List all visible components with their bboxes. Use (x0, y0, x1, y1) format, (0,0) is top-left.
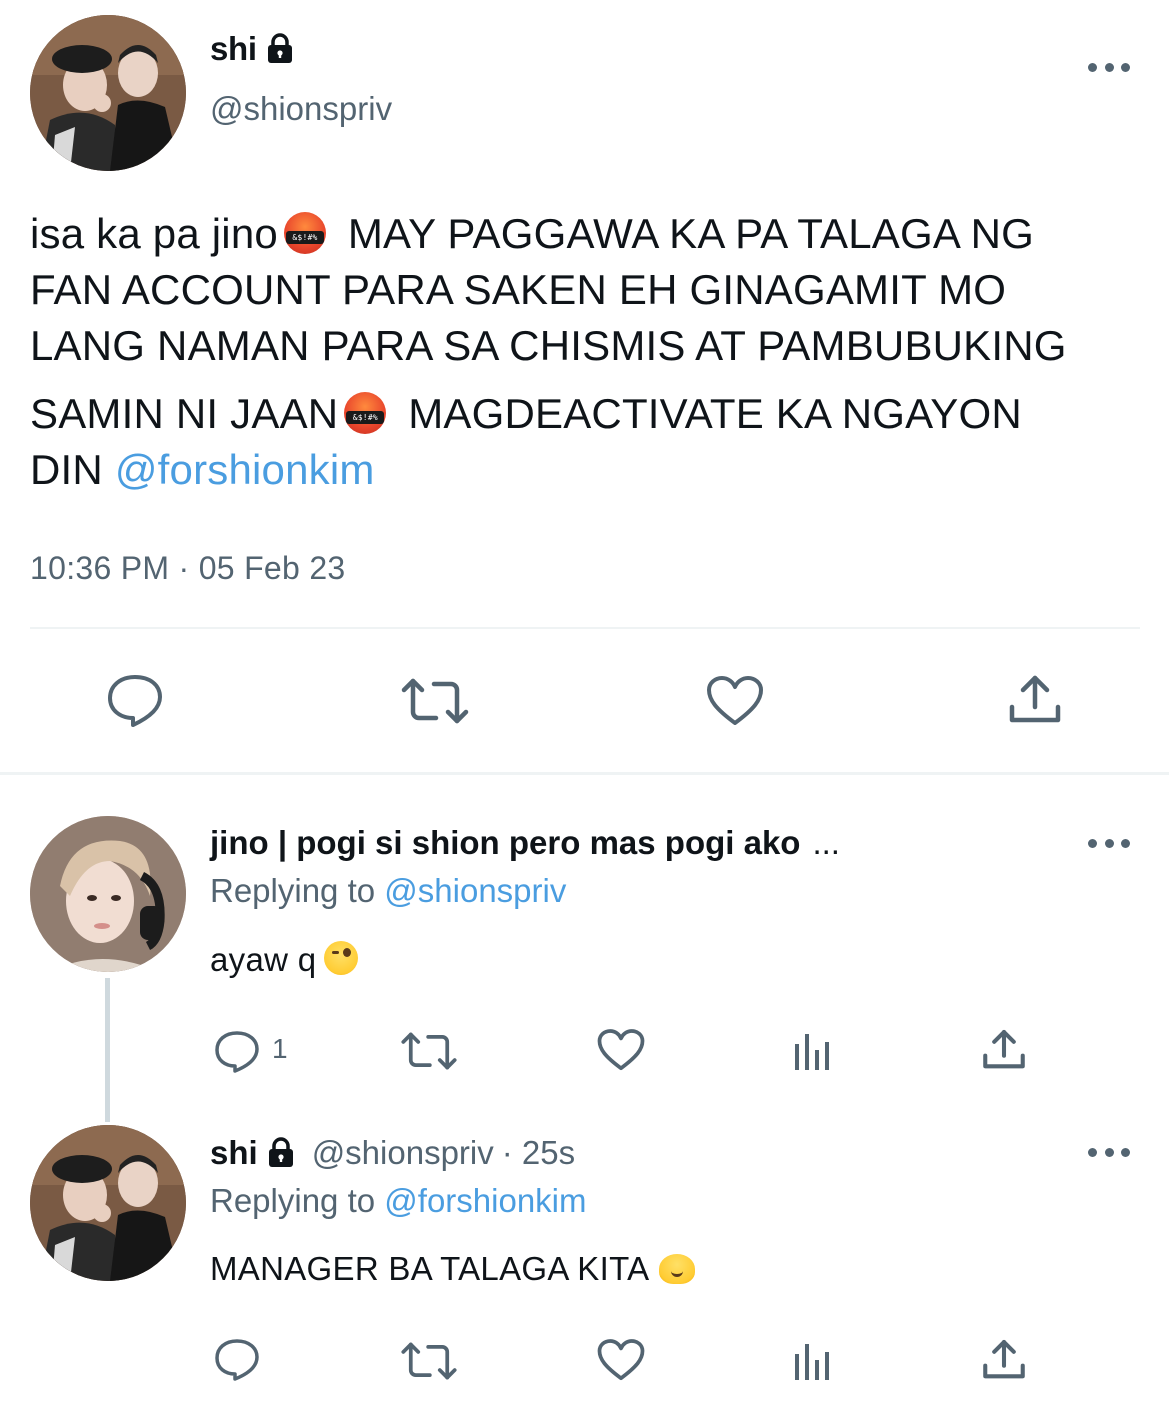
tweet-line: FAN ACCOUNT PARA SAKEN EH GINAGAMIT MO (30, 266, 1007, 313)
analytics-icon[interactable] (792, 1030, 832, 1072)
avatar[interactable] (30, 1125, 186, 1281)
lock-icon (266, 1137, 296, 1169)
tweet-line: isa ka pa jino MAY PAGGAWA KA PA TALAGA … (30, 206, 1150, 262)
handle[interactable]: @shionspriv (210, 90, 392, 128)
reply-text: MANAGER BA TALAGA KITA (210, 1250, 696, 1288)
more-options-icon[interactable] (1088, 60, 1130, 74)
reply-icon[interactable] (106, 673, 164, 727)
winking-face-with-tongue-icon (324, 941, 359, 975)
retweet-icon[interactable] (400, 1030, 458, 1072)
share-icon[interactable] (982, 1338, 1026, 1382)
like-icon[interactable] (597, 1338, 645, 1382)
relative-time: · 25s (501, 1134, 576, 1171)
display-name[interactable]: shi @shionspriv · 25s (210, 1134, 575, 1172)
more-options-icon[interactable] (1088, 1145, 1130, 1159)
tweet-text: isa ka pa jino MAY PAGGAWA KA PA TALAGA … (30, 206, 1150, 498)
tweet-timestamp[interactable]: 10:36 PM · 05 Feb 23 (30, 550, 346, 587)
mention-link[interactable]: @shionspriv (384, 872, 566, 909)
angry-face-with-symbols-icon (283, 212, 326, 254)
replying-to: Replying to @shionspriv (210, 872, 567, 909)
like-icon[interactable] (597, 1028, 645, 1072)
mention-link[interactable]: @forshionkim (384, 1182, 586, 1219)
replying-to: Replying to @forshionkim (210, 1182, 587, 1219)
divider (0, 772, 1169, 775)
handle[interactable]: @shionspriv (312, 1134, 494, 1172)
like-icon[interactable] (706, 675, 764, 727)
display-name-text[interactable]: jino | pogi si shion pero mas pogi ako (210, 824, 800, 862)
display-name[interactable]: jino | pogi si shion pero mas pogi ako..… (210, 824, 840, 862)
reply-icon[interactable] (214, 1338, 260, 1382)
display-name-text[interactable]: shi (210, 30, 257, 68)
share-icon[interactable] (1008, 673, 1062, 727)
tweet-thread: shi @shionspriv isa ka pa jino MAY PAGGA… (0, 0, 1169, 1406)
divider (30, 627, 1140, 629)
reply-text: ayaw q (210, 941, 359, 979)
analytics-icon[interactable] (792, 1340, 832, 1382)
display-name-text[interactable]: shi (210, 1134, 258, 1172)
lock-icon (265, 33, 295, 65)
retweet-icon[interactable] (400, 676, 470, 726)
tweet-line: SAMIN NI JAAN MAGDEACTIVATE KA NGAYON (30, 374, 1150, 442)
truncation-ellipsis: ... (812, 824, 840, 861)
avatar[interactable] (30, 15, 186, 171)
mention-link[interactable]: @forshionkim (115, 446, 375, 493)
share-icon[interactable] (982, 1028, 1026, 1072)
tweet-line: LANG NAMAN PARA SA CHISMIS AT PAMBUBUKIN… (30, 322, 1067, 369)
angry-face-with-symbols-icon (344, 392, 387, 434)
reply-count: 1 (272, 1033, 288, 1064)
reply-icon[interactable] (214, 1030, 260, 1074)
retweet-icon[interactable] (400, 1340, 458, 1382)
melting-face-icon (659, 1254, 696, 1284)
tweet-line: DIN @forshionkim (30, 446, 375, 493)
thread-connector (105, 978, 110, 1122)
display-name[interactable]: shi (210, 30, 295, 68)
avatar[interactable] (30, 816, 186, 972)
more-options-icon[interactable] (1088, 836, 1130, 850)
